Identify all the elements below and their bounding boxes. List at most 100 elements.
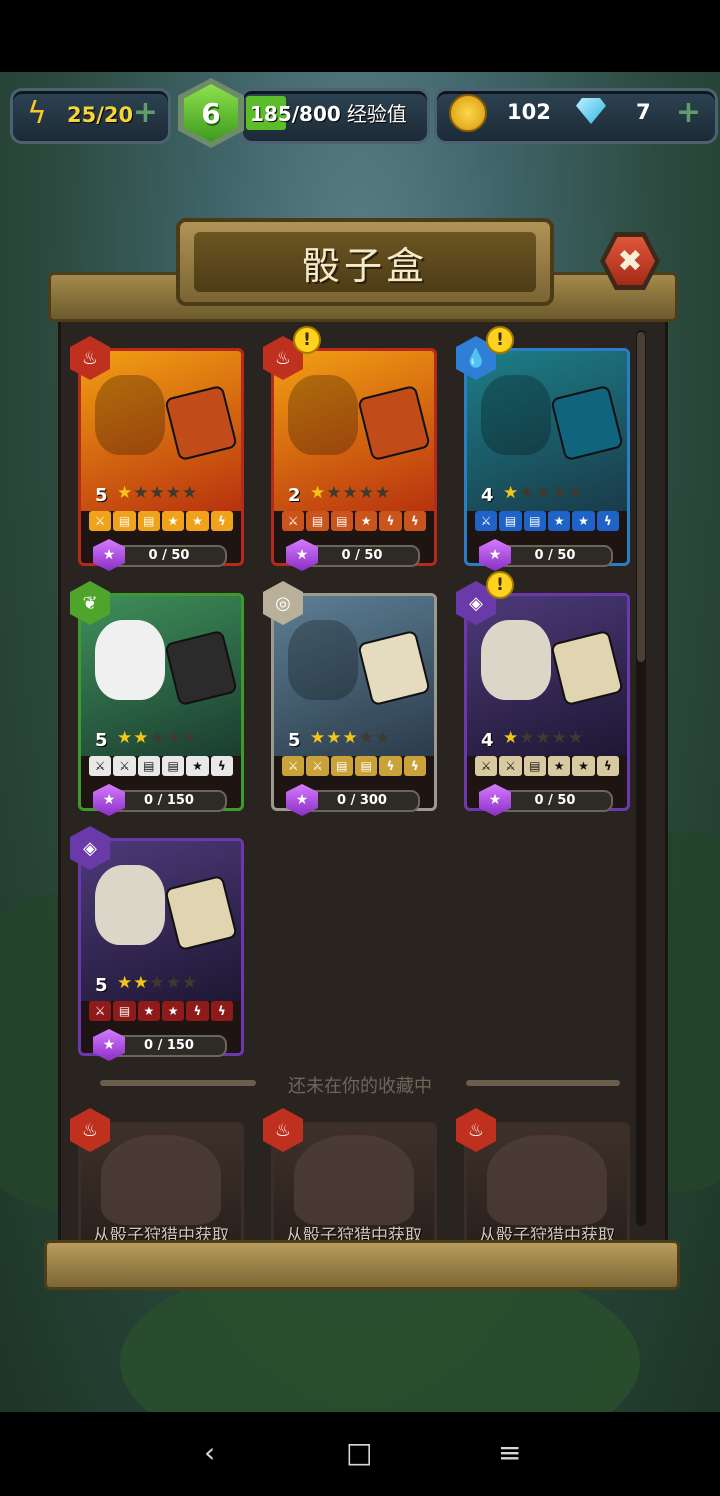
star-icon: ★ [519,728,536,748]
star-icon: ★ [117,728,134,748]
star-rating: ★★★★★ [117,973,198,993]
star-icon: ★ [326,483,343,503]
character-portrait [288,375,358,455]
dialog-title: 骰子盒 [194,232,536,292]
dice-face-icon: ϟ [210,1001,233,1021]
star-icon: ★ [358,728,375,748]
xp-value: 185/800 [250,102,341,126]
xp-text: 185/800 经验值 [250,98,407,127]
dice-face-icon: ★ [547,511,571,531]
card-progress: 0 / 50 [111,545,227,567]
dice-card[interactable]: 5 ★★★★★ ⚔ ▤ ★ ★ ϟ ϟ 0 / 150 ★ [78,838,244,1061]
dice-face-icon: ▤ [161,756,185,776]
dice-face-icon: ϟ [210,511,233,531]
character-portrait [95,620,165,700]
dice-face-icons: ⚔ ▤ ▤ ★ ★ ϟ [475,511,619,531]
panel-bottom-frame [44,1240,680,1290]
dice-face-icon: ▤ [330,511,353,531]
dice-card[interactable]: 4 ★★★★★ ⚔ ▤ ▤ ★ ★ ϟ 0 / 50 ★ [464,348,630,571]
card-level: 5 [95,730,108,751]
star-rating: ★★★★★ [310,483,391,503]
player-level: 6 [184,84,238,142]
dice-face-icon: ⚔ [89,756,112,776]
character-portrait [481,375,551,455]
gem-count: 7 [636,100,651,124]
dice-card[interactable]: 5 ★★★★★ ⚔ ⚔ ▤ ▤ ϟ ϟ 0 / 300 ★ [271,593,437,816]
dice-face-icon: ⚔ [89,511,112,531]
dice-card[interactable]: 5 ★★★★★ ⚔ ▤ ▤ ★ ★ ϟ 0 / 50 ★ [78,348,244,571]
dice-card[interactable]: 4 ★★★★★ ⚔ ⚔ ▤ ★ ★ ϟ 0 / 50 ★ [464,593,630,816]
dice-card[interactable]: 5 ★★★★★ ⚔ ⚔ ▤ ▤ ★ ϟ 0 / 150 ★ [78,593,244,816]
title-board: 骰子盒 [176,218,554,306]
star-icon: ★ [133,973,150,993]
star-rating: ★★★★★ [503,483,584,503]
star-icon: ★ [165,483,182,503]
coin-icon [449,94,487,132]
star-icon: ★ [165,973,182,993]
character-portrait [481,620,551,700]
scrollbar-thumb[interactable] [637,332,645,662]
card-level: 2 [288,485,301,506]
dice-face-icon: ⚔ [89,1001,112,1021]
star-icon: ★ [117,483,134,503]
recents-button[interactable]: ≡ [498,1436,521,1469]
star-icon: ★ [535,483,552,503]
card-progress: 0 / 50 [497,545,613,567]
locked-character-silhouette [101,1135,221,1225]
star-icon: ★ [149,973,166,993]
star-icon: ★ [310,483,327,503]
dice-face-icon: ★ [161,1001,185,1021]
dice-face-icon: ★ [137,1001,160,1021]
dice-face-icon: ★ [547,756,571,776]
dice-face-icons: ⚔ ▤ ▤ ★ ϟ ϟ [282,511,426,531]
card-level: 4 [481,730,494,751]
star-icon: ★ [551,728,568,748]
dice-face-icon: ⚔ [282,511,305,531]
status-bar [0,0,720,72]
star-icon: ★ [535,728,552,748]
star-icon: ★ [133,483,150,503]
star-rating: ★★★★★ [503,728,584,748]
star-icon: ★ [342,728,359,748]
dice-icon [164,874,238,952]
close-icon: ✖ [605,237,655,285]
dice-face-icon: ★ [161,511,185,531]
dice-face-icon: ϟ [379,756,402,776]
dice-icon [357,384,431,462]
home-button[interactable]: □ [346,1436,372,1469]
card-progress: 0 / 50 [304,545,420,567]
star-rating: ★★★★★ [117,483,198,503]
star-icon: ★ [117,973,134,993]
character-portrait [95,865,165,945]
add-energy-button[interactable]: + [133,95,158,130]
warning-icon: ! [486,326,514,354]
card-level: 5 [288,730,301,751]
locked-character-silhouette [487,1135,607,1225]
star-icon: ★ [568,728,585,748]
add-gems-button[interactable]: + [676,95,701,130]
card-progress: 0 / 150 [111,1035,227,1057]
dice-face-icon: ★ [572,511,595,531]
dice-face-icon: ϟ [210,756,233,776]
dice-face-icon: ★ [354,511,378,531]
dice-face-icon: ▤ [113,511,136,531]
dice-icon [357,629,431,707]
character-portrait [95,375,165,455]
dice-face-icon: ★ [572,756,595,776]
dice-face-icon: ϟ [596,756,619,776]
dice-card[interactable]: 2 ★★★★★ ⚔ ▤ ▤ ★ ϟ ϟ 0 / 50 ★ [271,348,437,571]
dice-face-icons: ⚔ ▤ ★ ★ ϟ ϟ [89,1001,233,1021]
star-icon: ★ [149,483,166,503]
star-icon: ★ [503,483,520,503]
navigation-bar: ‹ □ ≡ [0,1412,720,1496]
star-icon: ★ [375,728,392,748]
energy-counter: ϟ 25/20 + [10,88,171,144]
dice-face-icon: ★ [186,756,209,776]
dice-face-icon: ⚔ [499,756,522,776]
dice-face-icon: ⚔ [475,511,498,531]
star-icon: ★ [342,483,359,503]
back-button[interactable]: ‹ [204,1436,215,1469]
not-in-collection-label: 还未在你的收藏中 [288,1076,432,1097]
star-icon: ★ [182,973,199,993]
card-progress: 0 / 150 [111,790,227,812]
